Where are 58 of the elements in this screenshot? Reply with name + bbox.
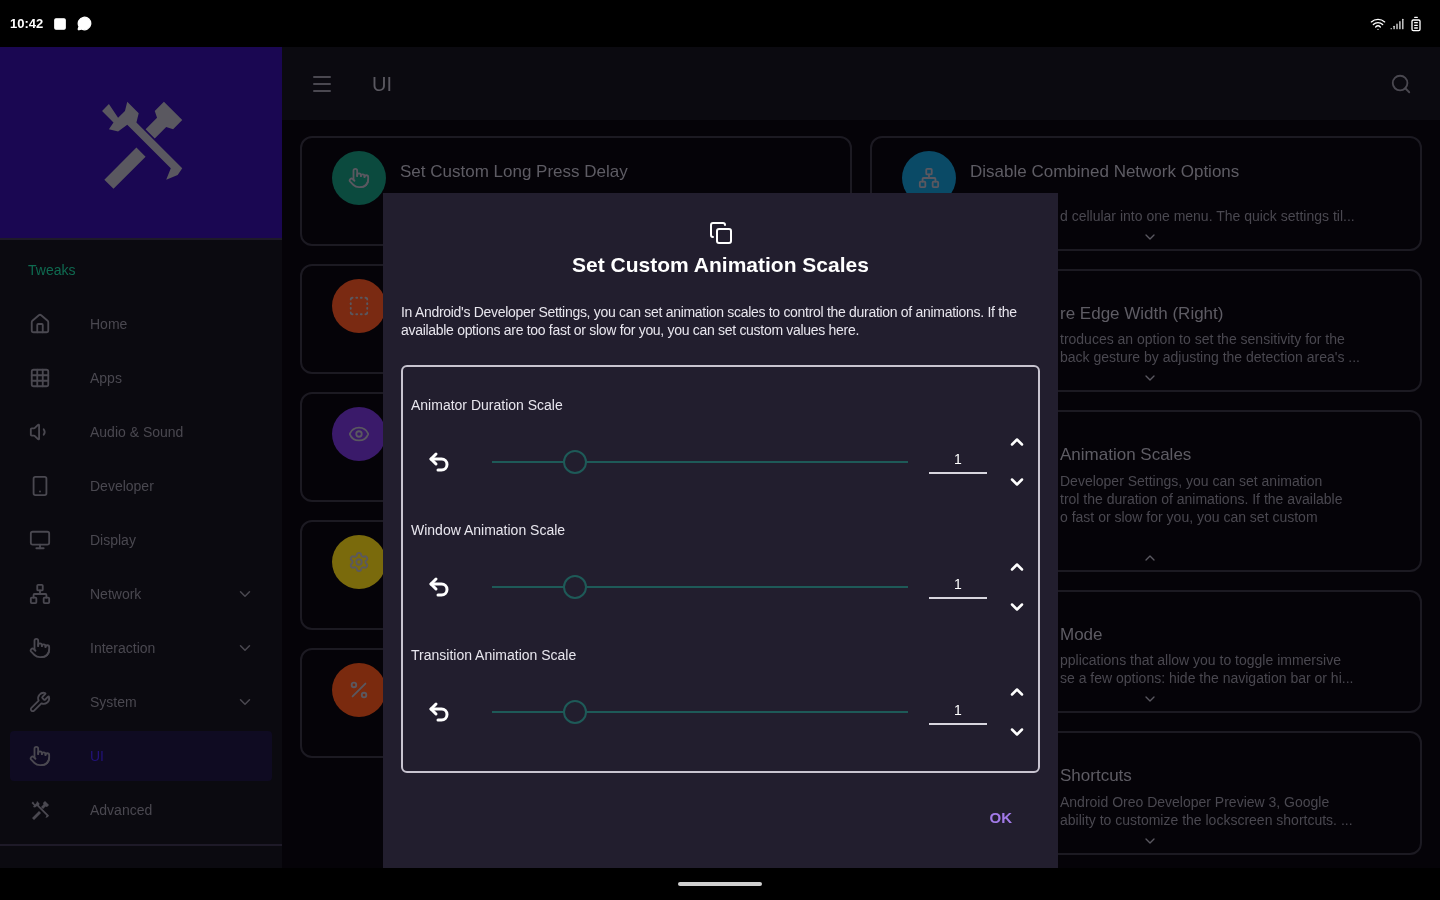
drawer-item[interactable]: System [10,677,272,727]
card-description: d cellular into one menu. The quick settings til... [1060,206,1356,225]
drawer-item[interactable]: Network [10,569,272,619]
value-field[interactable]: 1 [929,449,987,474]
card-description: pplications that allow you to toggle immersive [1060,651,1342,669]
signal-icon [1390,16,1404,31]
battery-icon [1408,15,1424,32]
network-icon [29,583,51,605]
drawer-item[interactable]: Interaction [10,623,272,673]
toolbar-title: UI [372,71,392,97]
slider-thumb[interactable] [563,700,588,725]
drawer-item[interactable]: Audio & Sound [10,407,272,457]
drawer-item[interactable]: Advanced [10,785,272,835]
card-description: trol the duration of animations. If the available [1060,489,1344,508]
drawer-item[interactable]: Display [10,515,272,565]
percent-icon [348,679,370,701]
drawer-item[interactable]: Home [10,299,272,349]
chat-icon [77,16,93,31]
card-description: o fast or slow for you, you can set custom [1060,507,1319,526]
status-time: 10:42 [10,14,44,33]
value-field[interactable]: 1 [929,574,987,600]
network-icon [918,167,940,189]
card-title: Disable Combined Network Options [970,161,1241,183]
grid-icon [29,367,51,389]
card-title: Set Custom Long Press Delay [400,161,628,183]
section-label: Tweaks [28,261,77,280]
slider-thumb[interactable] [563,574,588,599]
notification-icon [53,16,68,31]
search-icon[interactable] [1390,72,1412,95]
card-description: troduces an option to set the sensitivity for the [1060,330,1346,348]
slider-label: Transition Animation Scale [411,646,578,666]
dialog-title: Set Custom Animation Scales [571,252,870,278]
card-title: Mode [1060,623,1104,646]
slider-label: Animator Duration Scale [411,395,564,415]
hand-pointer-icon [348,167,370,189]
monitor-icon [29,529,51,551]
copy-icon [708,221,733,245]
home-icon [29,313,51,335]
hand-pointer-icon [29,637,51,659]
dashed-square-icon [348,295,370,317]
wrench-icon [29,691,51,713]
card-title: Animation Scales [1060,444,1193,466]
drawer-item[interactable]: Developer [10,461,272,511]
slider-thumb[interactable] [563,449,588,474]
card-title: re Edge Width (Right) [1060,302,1225,325]
card-description: se a few options: hide the navigation bar or hi... [1060,669,1355,687]
drawer-item[interactable]: Apps [10,353,272,403]
gear-icon [348,551,370,573]
card-description: Developer Settings, you can set animation [1060,471,1324,490]
card-title: Shortcuts [1060,765,1133,787]
card-description: back gesture by adjusting the detection area's ... [1060,348,1361,366]
reset-icon[interactable] [427,700,451,725]
value-field[interactable]: 1 [929,699,987,725]
card-description: Android Oreo Developer Preview 3, Google [1060,792,1331,811]
slider-label: Window Animation Scale [411,520,567,540]
hand-pointer-icon [29,745,51,767]
card-description: ability to customize the lockscreen shortcuts. ... [1060,810,1354,829]
ok-button[interactable]: OK [989,806,1012,829]
